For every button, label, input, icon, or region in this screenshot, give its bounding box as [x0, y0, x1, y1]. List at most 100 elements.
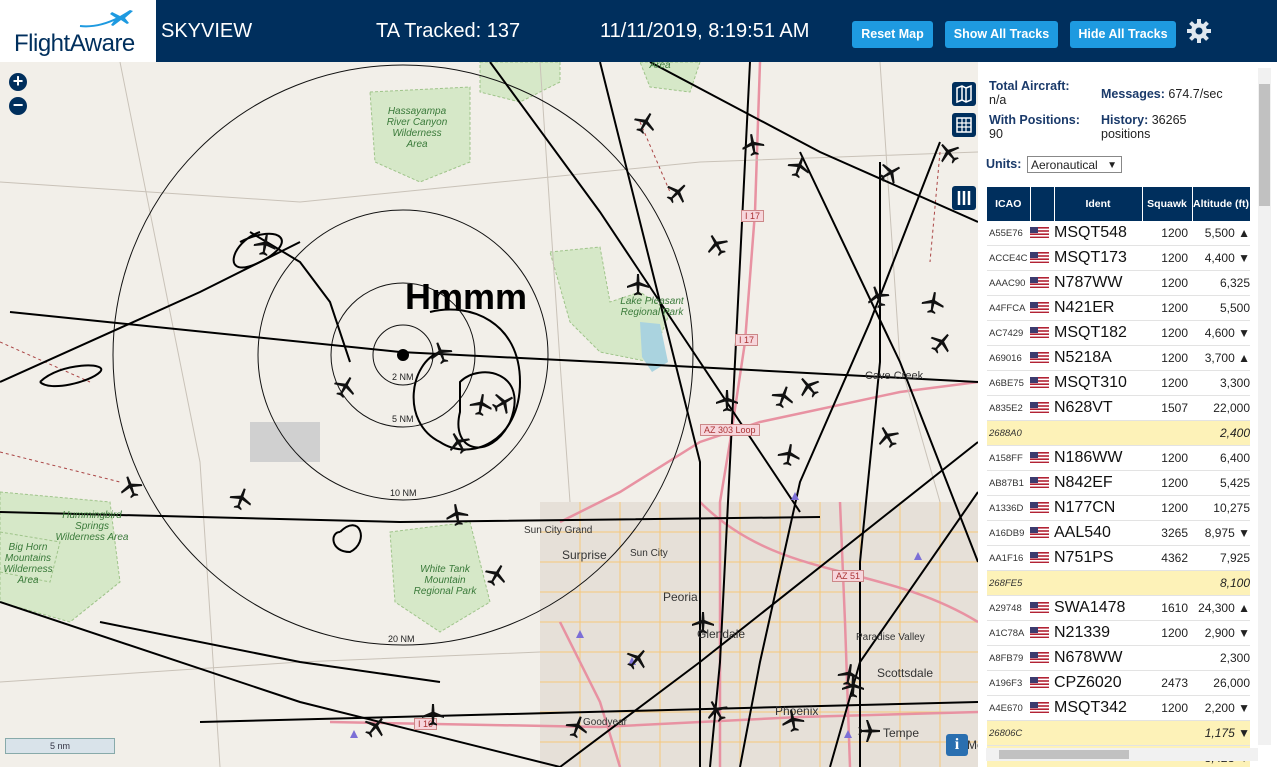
show-all-tracks-button[interactable]: Show All Tracks [945, 21, 1058, 48]
aircraft-icon[interactable] [840, 674, 866, 700]
altitude-cell: 3,700 ▲ [1192, 345, 1250, 371]
flag-cell [1030, 695, 1054, 721]
column-header-flag[interactable] [1030, 187, 1055, 221]
table-row[interactable]: A4FFCA N421ER 1200 5,500 [987, 295, 1250, 321]
squawk-cell: 1610 [1142, 595, 1192, 621]
ident-cell: MSQT173 [1054, 245, 1142, 271]
zoom-out-button[interactable]: − [9, 96, 27, 115]
us-flag-icon [1030, 277, 1049, 289]
column-header-ident[interactable]: Ident [1054, 187, 1143, 221]
aircraft-icon[interactable] [625, 272, 651, 298]
aircraft-icon[interactable] [928, 330, 954, 356]
table-row[interactable]: A69016 N5218A 1200 3,700 ▲ [987, 345, 1250, 371]
aircraft-icon[interactable] [865, 284, 891, 310]
us-flag-icon [1030, 652, 1049, 664]
table-row[interactable]: AB87B1 N842EF 1200 5,425 [987, 470, 1250, 496]
flag-cell [1030, 720, 1054, 746]
aircraft-icon[interactable] [714, 388, 740, 414]
aircraft-icon[interactable] [936, 140, 962, 166]
ident-cell: N842EF [1054, 470, 1142, 496]
aircraft-icon[interactable] [786, 154, 812, 180]
aircraft-icon[interactable] [632, 110, 658, 136]
aircraft-icon[interactable] [776, 442, 802, 468]
gear-icon[interactable] [1186, 18, 1212, 44]
city-tempe: Tempe [883, 726, 920, 740]
table-row[interactable]: A55E76 MSQT548 1200 5,500 ▲ [987, 221, 1250, 246]
table-row[interactable]: AC7429 MSQT182 1200 4,600 ▼ [987, 320, 1250, 346]
table-row[interactable]: A1C78A N21339 1200 2,900 ▼ [987, 620, 1250, 646]
aircraft-icon[interactable] [796, 374, 822, 400]
table-row[interactable]: A29748 SWA1478 1610 24,300 ▲ [987, 595, 1250, 621]
table-row[interactable]: A8FB79 N678WW 2,300 [987, 645, 1250, 671]
table-row[interactable]: A4E670 MSQT342 1200 2,200 ▼ [987, 695, 1250, 721]
ident-cell: MSQT548 [1054, 221, 1142, 246]
table-row[interactable]: 26806C 1,175 ▼ [987, 720, 1250, 746]
aircraft-icon[interactable] [362, 714, 388, 740]
aircraft-icon[interactable] [875, 424, 901, 450]
panel-horizontal-scroll-thumb[interactable] [999, 750, 1129, 759]
table-row[interactable]: 2688A0 2,400 [987, 420, 1250, 446]
zoom-in-button[interactable]: + [9, 72, 27, 91]
aircraft-icon[interactable] [704, 698, 730, 724]
column-header-squawk[interactable]: Squawk [1142, 187, 1193, 221]
altitude-cell: 8,975 ▼ [1192, 520, 1250, 546]
squawk-cell: 1200 [1142, 295, 1192, 321]
aircraft-icon[interactable] [444, 502, 470, 528]
aircraft-icon[interactable] [564, 714, 590, 740]
aircraft-icon[interactable] [118, 474, 144, 500]
table-row[interactable]: A158FF N186WW 1200 6,400 [987, 445, 1250, 471]
aircraft-icon[interactable] [483, 562, 509, 588]
column-header-altitude[interactable]: Altitude (ft) [1192, 187, 1251, 221]
info-button[interactable]: i [946, 734, 968, 756]
us-flag-icon [1030, 352, 1049, 364]
table-row[interactable]: AAAC90 N787WW 1200 6,325 [987, 270, 1250, 296]
table-row[interactable]: A835E2 N628VT 1507 22,000 [987, 395, 1250, 421]
aircraft-icon[interactable] [428, 340, 454, 366]
table-row[interactable]: AA1F16 N751PS 4362 7,925 [987, 545, 1250, 571]
aircraft-icon[interactable] [704, 232, 730, 258]
flag-cell [1030, 670, 1054, 696]
aircraft-icon[interactable] [877, 160, 903, 186]
us-flag-icon [1030, 252, 1049, 264]
panel-vertical-scroll-thumb[interactable] [1259, 84, 1270, 206]
table-row[interactable]: A16DB9 AAL540 3265 8,975 ▼ [987, 520, 1250, 546]
icao-cell: A1336D [987, 495, 1030, 521]
aircraft-icon[interactable] [332, 374, 358, 400]
aircraft-icon[interactable] [690, 610, 716, 636]
aircraft-panel: Total Aircraft: n/a Messages: 674.7/sec … [978, 62, 1277, 767]
aircraft-icon[interactable] [780, 708, 806, 734]
columns-toggle-button[interactable] [952, 186, 976, 210]
aircraft-icon[interactable] [664, 180, 690, 206]
icao-cell: A158FF [987, 445, 1030, 471]
aircraft-icon[interactable] [490, 390, 516, 416]
messages-label: Messages: [1101, 87, 1165, 101]
reset-map-button[interactable]: Reset Map [852, 21, 933, 48]
hide-all-tracks-button[interactable]: Hide All Tracks [1070, 21, 1176, 48]
icao-cell: A8FB79 [987, 645, 1030, 671]
aircraft-icon[interactable] [856, 718, 882, 744]
map-view[interactable]: Hmmm 2 NM 5 NM 10 NM 20 NM Hassayampa Ri… [0, 62, 978, 767]
table-row[interactable]: ACCE4C MSQT173 1200 4,400 ▼ [987, 245, 1250, 271]
flag-cell [1030, 520, 1054, 546]
ident-cell [1054, 570, 1142, 596]
column-header-icao[interactable]: ICAO [987, 187, 1031, 221]
aircraft-icon[interactable] [252, 232, 278, 258]
logo-plane-icon [79, 10, 133, 28]
aircraft-icon[interactable] [624, 646, 650, 672]
city-surprise: Surprise [562, 548, 607, 562]
flightaware-logo[interactable]: FlightAware [0, 0, 156, 62]
units-select[interactable]: Aeronautical ▼ [1027, 156, 1122, 173]
map-layers-button[interactable] [952, 82, 976, 106]
ident-cell: MSQT310 [1054, 370, 1142, 396]
aircraft-icon[interactable] [420, 702, 446, 728]
aircraft-icon[interactable] [228, 486, 254, 512]
grid-toggle-button[interactable] [952, 113, 976, 137]
table-row[interactable]: A6BE75 MSQT310 1200 3,300 [987, 370, 1250, 396]
aircraft-icon[interactable] [770, 384, 796, 410]
aircraft-icon[interactable] [920, 290, 946, 316]
aircraft-icon[interactable] [446, 430, 472, 456]
table-row[interactable]: A1336D N177CN 1200 10,275 [987, 495, 1250, 521]
table-row[interactable]: 268FE5 8,100 [987, 570, 1250, 596]
table-row[interactable]: A196F3 CPZ6020 2473 26,000 [987, 670, 1250, 696]
aircraft-icon[interactable] [740, 132, 766, 158]
